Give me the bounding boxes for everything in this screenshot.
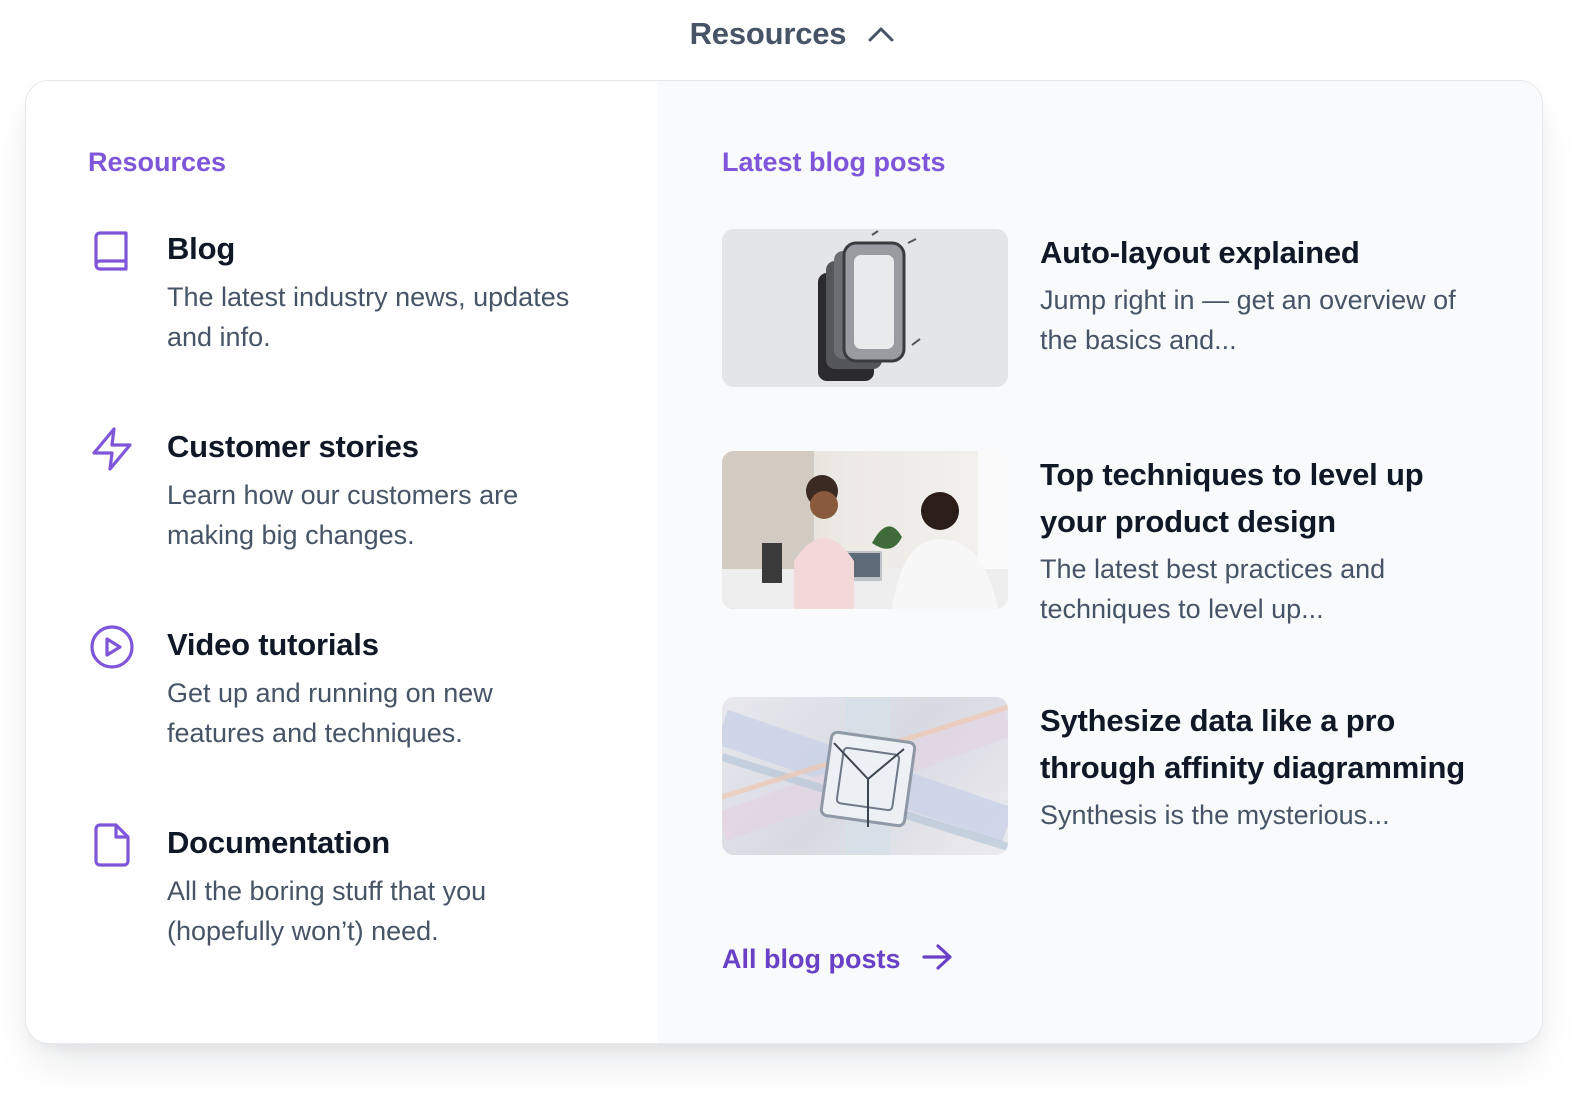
resources-section-title: Resources <box>88 147 227 177</box>
resource-item-desc: Learn how our customers are making big c… <box>167 480 519 550</box>
resource-item-video-tutorials[interactable]: Video tutorials Get up and running on ne… <box>88 623 587 753</box>
blog-post-card[interactable]: Top techniques to level up your product … <box>722 451 1480 629</box>
resource-item-title: Blog <box>167 231 236 266</box>
resource-item-documentation[interactable]: Documentation All the boring stuff that … <box>88 821 587 951</box>
blog-post-title: Sythesize data like a pro through affini… <box>1040 703 1465 785</box>
resource-item-title: Customer stories <box>167 429 419 464</box>
arrow-right-icon <box>921 943 953 976</box>
resources-column: Resources Blog The latest industry news,… <box>26 81 658 1043</box>
resource-item-title: Documentation <box>167 825 391 860</box>
resource-item-customer-stories[interactable]: Customer stories Learn how our customers… <box>88 425 587 555</box>
blog-posts-column: Latest blog posts Auto-layout explained … <box>658 81 1542 1043</box>
blog-post-desc: The latest best practices and techniques… <box>1040 554 1386 624</box>
resource-item-desc: The latest industry news, updates and in… <box>167 282 570 352</box>
chevron-up-icon <box>868 26 894 42</box>
blog-post-desc: Jump right in — get an overview of the b… <box>1040 285 1456 355</box>
blog-post-card[interactable]: Auto-layout explained Jump right in — ge… <box>722 229 1480 387</box>
resource-item-title: Video tutorials <box>167 627 379 662</box>
blog-post-thumbnail <box>722 229 1008 387</box>
blog-post-title: Auto-layout explained <box>1040 235 1360 270</box>
blog-post-desc: Synthesis is the mysterious... <box>1040 800 1390 830</box>
file-icon <box>88 821 136 869</box>
blog-post-card[interactable]: Sythesize data like a pro through affini… <box>722 697 1480 855</box>
resources-dropdown-panel: Resources Blog The latest industry news,… <box>25 80 1543 1044</box>
all-blog-posts-link[interactable]: All blog posts <box>722 943 953 976</box>
book-icon <box>88 227 136 275</box>
resource-item-desc: All the boring stuff that you (hopefully… <box>167 876 487 946</box>
blog-post-thumbnail <box>722 697 1008 855</box>
blog-posts-section-title: Latest blog posts <box>722 147 946 177</box>
resources-menu-trigger[interactable]: Resources <box>0 12 1584 56</box>
resource-item-blog[interactable]: Blog The latest industry news, updates a… <box>88 227 587 357</box>
blog-post-title: Top techniques to level up your product … <box>1040 457 1424 539</box>
all-blog-posts-label: All blog posts <box>722 944 901 974</box>
lightning-icon <box>88 425 136 473</box>
blog-post-thumbnail <box>722 451 1008 609</box>
resource-item-desc: Get up and running on new features and t… <box>167 678 493 748</box>
resources-menu-label: Resources <box>689 16 847 51</box>
play-circle-icon <box>88 623 136 671</box>
